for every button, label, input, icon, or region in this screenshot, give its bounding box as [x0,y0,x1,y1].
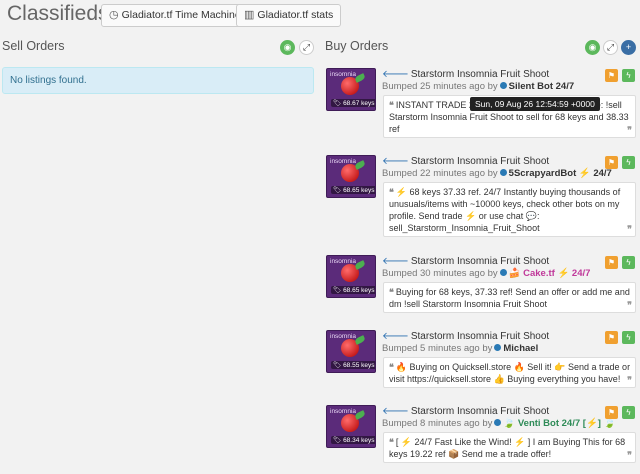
flag-icon[interactable]: ⚑ [605,406,618,419]
listing: insomnia 🏷 68.65 keys 🡐 Starstorm Insomni… [326,155,638,245]
lightning-icon[interactable]: ϟ [622,69,635,82]
item-thumbnail[interactable]: insomnia 🏷 68.65 keys [326,255,376,298]
arrow-left-icon: 🡐 [382,69,409,80]
page-title: Classifieds [7,2,109,25]
sell-orders-title: Sell Orders [2,39,65,53]
steam-dot-icon [499,269,507,276]
stats-button[interactable]: ▥ Gladiator.tf stats [236,4,342,27]
quote-close-icon: ❞ [627,450,632,460]
bumped-info: Bumped 8 minutes ago by 🍃 Venti Bot 24/7 … [382,418,616,429]
price-tag: 🏷 68.55 keys [331,361,375,369]
stats-label: Gladiator.tf stats [257,9,334,21]
listing-title[interactable]: 🡐 Starstorm Insomnia Fruit Shoot [382,405,549,417]
bumped-info: Bumped 25 minutes ago by Silent Bot 24/7 [382,81,575,92]
lightning-icon[interactable]: ϟ [622,156,635,169]
eye-icon[interactable]: ◉ [585,40,600,55]
quote-close-icon: ❞ [627,300,632,310]
arrow-left-icon: 🡐 [382,156,409,167]
steam-dot-icon [499,82,507,89]
listing-comment: ❝ Buying for 68 keys, 37.33 ref! Send an … [383,282,636,313]
lightning-icon[interactable]: ϟ [622,256,635,269]
quote-open-icon: ❝ [389,437,394,447]
arrow-left-icon: 🡐 [382,256,409,267]
flag-icon[interactable]: ⚑ [605,156,618,169]
steam-dot-icon [494,344,502,351]
clock-icon: ◷ [109,9,119,21]
expand-icon[interactable]: ⤢ [299,40,314,55]
listing: insomnia 🏷 68.65 keys 🡐 Starstorm Insomni… [326,255,638,321]
arrow-left-icon: 🡐 [382,406,409,417]
listing-comment: ❝ ⚡ 68 keys 37.33 ref. 24/7 Instantly buy… [383,182,636,237]
steam-dot-icon [494,419,502,426]
quote-open-icon: ❝ [389,362,394,372]
quote-open-icon: ❝ [389,100,394,110]
listing-comment: ❝ 🔥 Buying on Quicksell.store 🔥 Sell it! … [383,357,636,388]
bumped-info: Bumped 22 minutes ago by 5ScrapyardBot ⚡ … [382,168,612,179]
listing-title[interactable]: 🡐 Starstorm Insomnia Fruit Shoot [382,330,549,342]
price-tag: 🏷 68.34 keys [331,436,375,444]
chart-icon: ▥ [244,9,255,21]
time-machine-label: Gladiator.tf Time Machine [121,9,241,21]
price-tag: 🏷 68.67 keys [331,99,375,107]
header: Classifieds ◷ Gladiator.tf Time Machine ▥… [0,0,640,32]
quote-close-icon: ❞ [627,224,632,234]
item-thumbnail[interactable]: insomnia 🏷 68.55 keys [326,330,376,373]
quote-close-icon: ❞ [627,375,632,385]
buy-orders-title: Buy Orders [325,39,389,53]
quote-open-icon: ❝ [389,287,394,297]
listing-title[interactable]: 🡐 Starstorm Insomnia Fruit Shoot [382,255,549,267]
time-machine-button[interactable]: ◷ Gladiator.tf Time Machine [101,4,249,27]
user-link[interactable]: Silent Bot 24/7 [509,81,574,92]
bumped-tooltip: Sun, 09 Aug 26 12:54:59 +0000 [470,97,600,111]
item-thumbnail[interactable]: insomnia 🏷 68.34 keys [326,405,376,448]
bumped-info: Bumped 30 minutes ago by 🍰 Cake.tf ⚡ 24/7 [382,268,591,279]
listing-comment: ❝[ ⚡ 24/7 Fast Like the Wind! ⚡ ] I am B… [383,432,636,463]
eye-icon[interactable]: ◉ [280,40,295,55]
bumped-info: Bumped 5 minutes ago by Michael [382,343,539,354]
steam-dot-icon [499,169,507,176]
arrow-left-icon: 🡐 [382,331,409,342]
flag-icon[interactable]: ⚑ [605,256,618,269]
flag-icon[interactable]: ⚑ [605,69,618,82]
listing-title[interactable]: 🡐 Starstorm Insomnia Fruit Shoot [382,155,549,167]
user-link[interactable]: 🍃 Venti Bot 24/7 [⚡] 🍃 [503,418,615,429]
quote-close-icon: ❞ [627,125,632,135]
listing: insomnia 🏷 68.34 keys 🡐 Starstorm Insomni… [326,405,638,471]
item-thumbnail[interactable]: insomnia 🏷 68.65 keys [326,155,376,198]
add-icon[interactable]: + [621,40,636,55]
listing-title[interactable]: 🡐 Starstorm Insomnia Fruit Shoot [382,68,549,80]
listing: insomnia 🏷 68.55 keys 🡐 Starstorm Insomni… [326,330,638,396]
lightning-icon[interactable]: ϟ [622,331,635,344]
user-link[interactable]: Michael [503,343,538,354]
item-thumbnail[interactable]: insomnia 🏷 68.67 keys [326,68,376,111]
quote-open-icon: ❝ [389,187,394,197]
user-link[interactable]: 🍰 Cake.tf ⚡ 24/7 [509,268,591,279]
expand-icon[interactable]: ⤢ [603,40,618,55]
flag-icon[interactable]: ⚑ [605,331,618,344]
price-tag: 🏷 68.65 keys [331,186,375,194]
user-link[interactable]: 5ScrapyardBot ⚡ 24/7 [509,168,612,179]
no-listings-message: No listings found. [2,67,314,94]
price-tag: 🏷 68.65 keys [331,286,375,294]
lightning-icon[interactable]: ϟ [622,406,635,419]
